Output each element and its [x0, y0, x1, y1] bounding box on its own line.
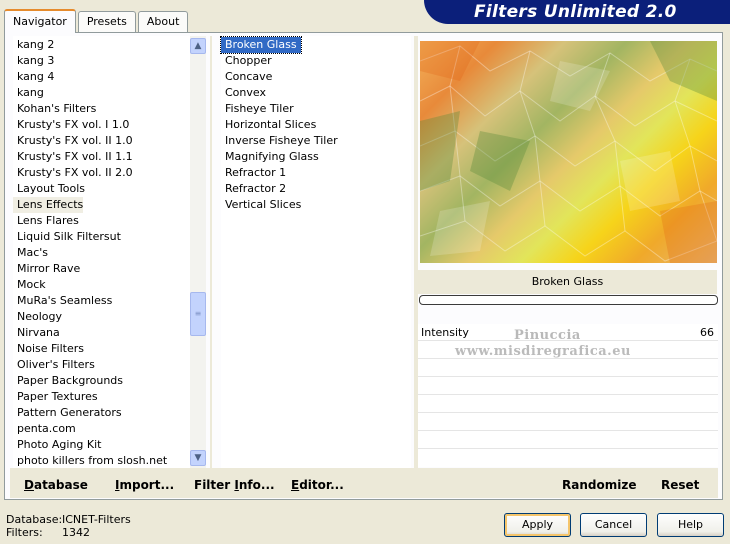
app-title: Filters Unlimited 2.0	[474, 2, 677, 22]
chevron-up-icon[interactable]: ▲	[190, 38, 206, 54]
param-row-empty	[418, 360, 718, 377]
reset-button[interactable]: Reset	[661, 476, 699, 494]
filter-item[interactable]: Chopper	[221, 53, 276, 69]
category-item[interactable]: Layout Tools	[13, 181, 85, 197]
category-item[interactable]: photo killers from slosh.net	[13, 453, 167, 468]
category-item[interactable]: Noise Filters	[13, 341, 84, 357]
param-row-empty	[418, 396, 718, 413]
category-item[interactable]: Krusty's FX vol. II 1.0	[13, 133, 133, 149]
filter-item[interactable]: Horizontal Slices	[221, 117, 320, 133]
param-value: 66	[700, 326, 714, 339]
category-item[interactable]: Neology	[13, 309, 62, 325]
category-item[interactable]: Lens Effects	[13, 197, 83, 213]
filter-item[interactable]: Inverse Fisheye Tiler	[221, 133, 342, 149]
editor-button[interactable]: Editor...	[291, 476, 344, 494]
chevron-down-icon[interactable]: ▼	[190, 450, 206, 466]
status-filters: Filters: 1342	[6, 526, 90, 539]
button-label: mport...	[119, 478, 175, 492]
filter-list[interactable]: Broken Glass Chopper Concave Convex Fisheye …	[220, 36, 411, 468]
filter-item[interactable]: Refractor 2	[221, 181, 290, 197]
category-item[interactable]: Oliver's Filters	[13, 357, 95, 373]
import-button[interactable]: Import...	[115, 476, 174, 494]
category-item[interactable]: Kohan's Filters	[13, 101, 96, 117]
watermark-url: www.misdiregrafica.eu	[455, 344, 631, 359]
filter-item[interactable]: Magnifying Glass	[221, 149, 323, 165]
mnemonic: D	[24, 478, 34, 492]
panel-divider	[210, 36, 212, 468]
param-row-empty	[418, 432, 718, 449]
category-item[interactable]: Paper Textures	[13, 389, 98, 405]
status-value: ICNET-Filters	[62, 513, 131, 526]
filter-item[interactable]: Convex	[221, 85, 270, 101]
category-item[interactable]: Lens Flares	[13, 213, 79, 229]
filter-item[interactable]: Refractor 1	[221, 165, 290, 181]
category-item[interactable]: Photo Aging Kit	[13, 437, 101, 453]
apply-button[interactable]: Apply	[504, 513, 571, 537]
category-item[interactable]: MuRa's Seamless	[13, 293, 112, 309]
button-label: ditor...	[299, 478, 344, 492]
tab-navigator[interactable]: Navigator	[4, 9, 76, 33]
status-value: 1342	[62, 526, 90, 539]
filter-item[interactable]: Vertical Slices	[221, 197, 305, 213]
filter-item[interactable]: Broken Glass	[220, 36, 302, 54]
watermark-text: Pinuccia	[514, 328, 581, 343]
category-list[interactable]: kang 2 kang 3 kang 4 kang Kohan's Filters Kru…	[13, 36, 190, 468]
preview-image	[420, 41, 717, 263]
category-item[interactable]: Mirror Rave	[13, 261, 80, 277]
category-item[interactable]: Krusty's FX vol. I 1.0	[13, 117, 129, 133]
status-label: Database:	[6, 513, 63, 526]
cancel-button[interactable]: Cancel	[580, 513, 647, 537]
database-button[interactable]: Database	[24, 476, 88, 494]
broken-glass-texture	[420, 41, 717, 263]
mnemonic: E	[291, 478, 300, 492]
param-row-empty	[418, 414, 718, 431]
button-label: nfo...	[238, 478, 275, 492]
category-item[interactable]: Nirvana	[13, 325, 60, 341]
tab-presets[interactable]: Presets	[77, 11, 136, 33]
category-item[interactable]: Liquid Silk Filtersut	[13, 229, 121, 245]
help-button[interactable]: Help	[657, 513, 724, 537]
category-scrollbar[interactable]: ▲ ≡ ▼	[190, 36, 206, 468]
category-item[interactable]: Pattern Generators	[13, 405, 122, 421]
scrollbar-thumb[interactable]: ≡	[190, 292, 206, 336]
filter-info-button[interactable]: Filter Info...	[194, 476, 275, 494]
category-item[interactable]: Mock	[13, 277, 46, 293]
current-filter-name: Broken Glass	[418, 270, 717, 294]
category-item[interactable]: kang 3	[13, 53, 54, 69]
button-label: atabase	[33, 478, 88, 492]
param-row-empty	[418, 450, 718, 467]
tab-about[interactable]: About	[137, 11, 189, 33]
category-item[interactable]: Krusty's FX vol. II 2.0	[13, 165, 133, 181]
category-item[interactable]: kang 2	[13, 37, 54, 53]
param-row-empty	[418, 378, 718, 395]
category-item[interactable]: Krusty's FX vol. II 1.1	[13, 149, 133, 165]
category-item[interactable]: Mac's	[13, 245, 48, 261]
button-label: Filter	[194, 478, 235, 492]
category-item[interactable]: kang 4	[13, 69, 54, 85]
status-database: Database: ICNET-Filters	[6, 513, 131, 526]
category-item[interactable]: Paper Backgrounds	[13, 373, 123, 389]
param-label: Intensity	[421, 326, 469, 339]
randomize-button[interactable]: Randomize	[562, 476, 636, 494]
status-label: Filters:	[6, 526, 43, 539]
tab-bar: Navigator Presets About	[4, 9, 190, 33]
category-item[interactable]: kang	[13, 85, 44, 101]
filter-item[interactable]: Concave	[221, 69, 276, 85]
filter-item[interactable]: Fisheye Tiler	[221, 101, 298, 117]
category-item[interactable]: penta.com	[13, 421, 76, 437]
progress-bar	[419, 295, 718, 305]
